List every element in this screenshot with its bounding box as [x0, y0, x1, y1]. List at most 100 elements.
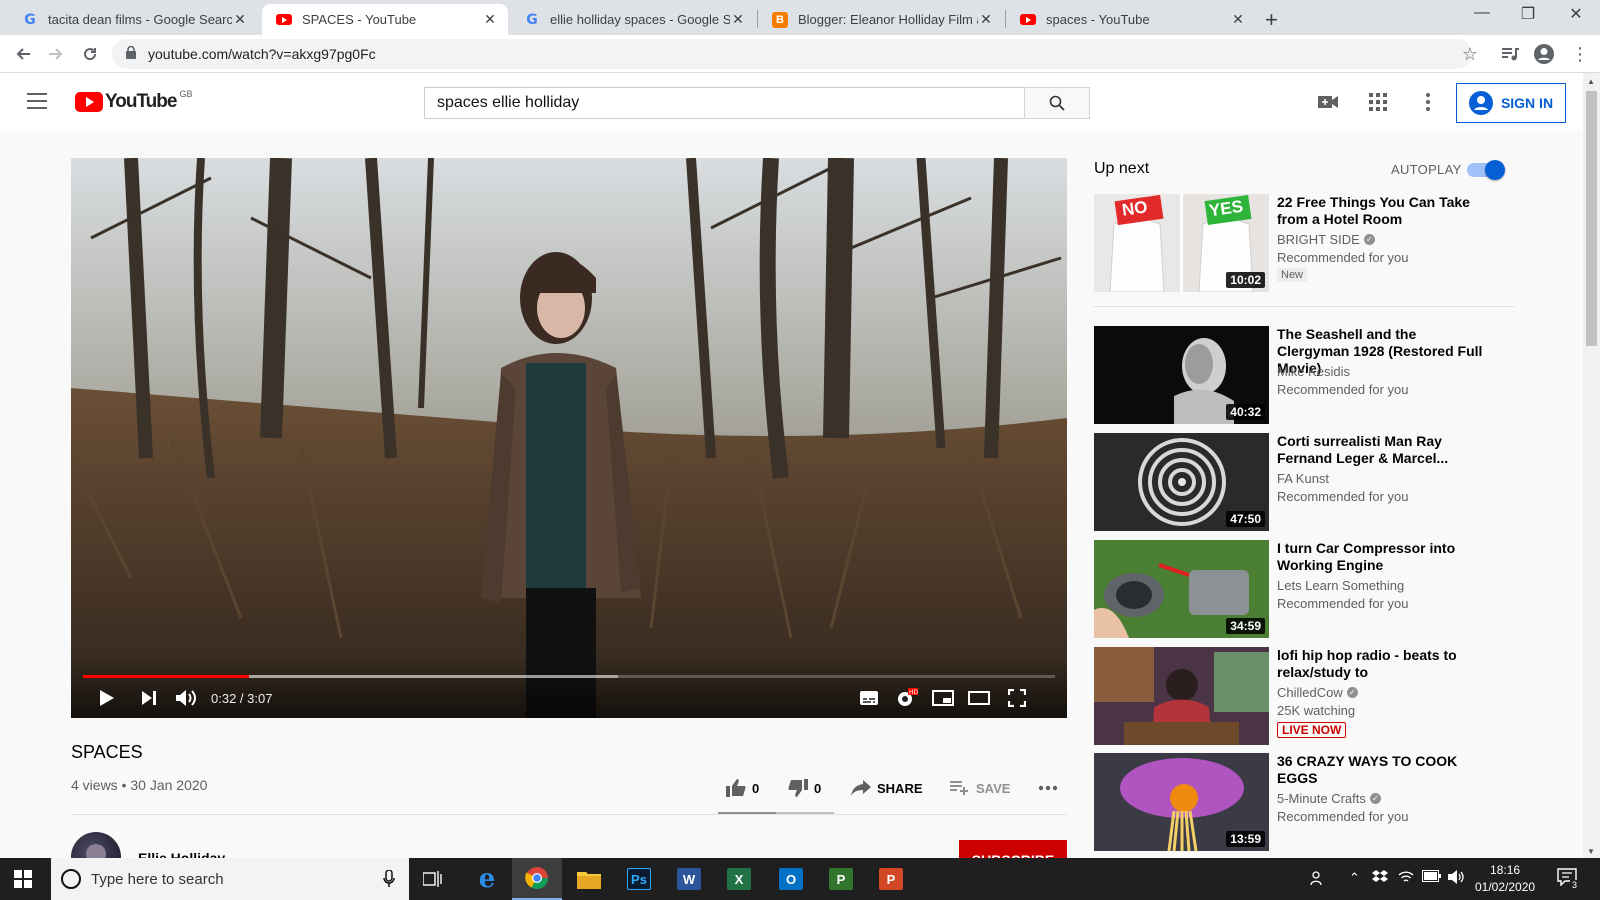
sign-in-button[interactable]: SIGN IN: [1456, 83, 1566, 123]
photoshop-icon[interactable]: Ps: [614, 858, 664, 900]
video-thumbnail[interactable]: 47:50: [1094, 433, 1269, 531]
save-button[interactable]: SAVE: [950, 776, 1010, 800]
channel-name[interactable]: 5-Minute Crafts ✓: [1277, 791, 1381, 806]
sidebar-divider: [1094, 306, 1514, 307]
forward-icon[interactable]: [45, 43, 67, 65]
tab-google-search-ellie[interactable]: G ellie holliday spaces - Google Search …: [510, 4, 756, 35]
tab-blogger[interactable]: B Blogger: Eleanor Holliday Film and ✕: [758, 4, 1004, 35]
video-title[interactable]: Corti surrealisti Man Ray Fernand Leger …: [1277, 433, 1492, 467]
guide-menu-icon[interactable]: [27, 93, 47, 109]
miniplayer-button[interactable]: [931, 686, 955, 710]
new-tab-icon[interactable]: +: [1265, 7, 1278, 33]
battery-icon[interactable]: [1422, 870, 1442, 885]
speaker-icon[interactable]: [1448, 870, 1466, 887]
tray-expand-icon[interactable]: ⌃: [1349, 870, 1360, 886]
bookmark-star-icon[interactable]: ☆: [1459, 43, 1481, 65]
close-icon[interactable]: ✕: [978, 11, 994, 28]
recommended-video[interactable]: 13:59 36 CRAZY WAYS TO COOK EGGS 5-Minut…: [1094, 753, 1514, 851]
back-icon[interactable]: [12, 43, 34, 65]
tab-spaces-youtube[interactable]: SPACES - YouTube ✕: [262, 4, 508, 35]
edge-icon[interactable]: e: [462, 858, 512, 900]
channel-name[interactable]: BRIGHT SIDE ✓: [1277, 232, 1375, 247]
autoplay-toggle[interactable]: [1467, 160, 1505, 180]
video-thumbnail[interactable]: 13:59: [1094, 753, 1269, 851]
word-icon[interactable]: W: [664, 858, 714, 900]
chrome-icon[interactable]: [512, 858, 562, 900]
mute-button[interactable]: [173, 686, 199, 710]
video-thumbnail[interactable]: 40:32: [1094, 326, 1269, 424]
window-close-icon[interactable]: ✕: [1553, 4, 1599, 24]
video-thumbnail[interactable]: 34:59: [1094, 540, 1269, 638]
minimize-icon[interactable]: —: [1459, 4, 1505, 22]
theater-mode-button[interactable]: [967, 686, 991, 710]
restore-icon[interactable]: ❐: [1505, 4, 1551, 24]
tab-title: Blogger: Eleanor Holliday Film and: [798, 12, 978, 27]
scroll-up-icon[interactable]: ▲: [1587, 77, 1595, 86]
close-icon[interactable]: ✕: [730, 11, 746, 28]
dislike-button[interactable]: 0: [788, 776, 821, 800]
search-input[interactable]: spaces ellie holliday: [424, 87, 1024, 119]
progress-bar[interactable]: [83, 675, 1055, 678]
subtitles-button[interactable]: [857, 686, 881, 710]
share-button[interactable]: SHARE: [851, 776, 923, 800]
close-icon[interactable]: ✕: [232, 11, 248, 28]
video-info: Recommended for you: [1277, 596, 1409, 611]
profile-icon[interactable]: [1533, 43, 1555, 65]
task-view-icon[interactable]: [408, 858, 458, 900]
video-thumbnail[interactable]: [1094, 647, 1269, 745]
windows-start-icon[interactable]: [14, 870, 32, 893]
more-actions-button[interactable]: [1038, 776, 1058, 800]
settings-button[interactable]: HD: [895, 686, 919, 710]
tab-google-search-tacita[interactable]: G tacita dean films - Google Search ✕: [8, 4, 258, 35]
video-title[interactable]: I turn Car Compressor into Working Engin…: [1277, 540, 1492, 574]
page-scrollbar[interactable]: ▲ ▼: [1583, 73, 1600, 858]
play-button[interactable]: [95, 686, 119, 710]
close-icon[interactable]: ✕: [482, 11, 498, 28]
excel-icon[interactable]: X: [714, 858, 764, 900]
recommended-video[interactable]: 47:50 Corti surrealisti Man Ray Fernand …: [1094, 433, 1514, 531]
close-icon[interactable]: ✕: [1230, 11, 1246, 28]
channel-name[interactable]: Mike Kesidis: [1277, 364, 1350, 379]
create-video-icon[interactable]: [1316, 90, 1340, 114]
channel-name[interactable]: Lets Learn Something: [1277, 578, 1404, 593]
file-explorer-icon[interactable]: [564, 858, 614, 900]
tab-spaces-youtube-2[interactable]: spaces - YouTube ✕: [1006, 4, 1256, 35]
people-icon[interactable]: [1310, 870, 1326, 889]
address-bar[interactable]: youtube.com/watch?v=akxg97pg0Fc: [112, 39, 1472, 69]
taskbar-clock[interactable]: 18:16 01/02/2020: [1475, 862, 1535, 896]
recommended-video[interactable]: 34:59 I turn Car Compressor into Working…: [1094, 540, 1514, 638]
channel-name[interactable]: ChilledCow ✓: [1277, 685, 1358, 700]
powerpoint-icon[interactable]: P: [866, 858, 916, 900]
recommended-video[interactable]: lofi hip hop radio - beats to relax/stud…: [1094, 647, 1514, 745]
video-duration: 10:02: [1226, 272, 1265, 288]
video-title[interactable]: 36 CRAZY WAYS TO COOK EGGS: [1277, 753, 1492, 787]
video-title[interactable]: 22 Free Things You Can Take from a Hotel…: [1277, 194, 1492, 228]
apps-grid-icon[interactable]: [1366, 90, 1390, 114]
scrollbar-thumb[interactable]: [1586, 91, 1597, 346]
recommended-video[interactable]: NO YES 10:02 22 Free Things You Can Take…: [1094, 194, 1514, 292]
reload-icon[interactable]: [79, 43, 101, 65]
youtube-logo[interactable]: YouTube GB: [75, 89, 192, 113]
like-count: 0: [752, 780, 760, 796]
scroll-down-icon[interactable]: ▼: [1587, 847, 1595, 856]
settings-menu-icon[interactable]: [1416, 90, 1440, 114]
outlook-icon[interactable]: O: [766, 858, 816, 900]
video-title[interactable]: lofi hip hop radio - beats to relax/stud…: [1277, 647, 1492, 681]
video-info: Recommended for you: [1277, 382, 1409, 397]
browser-menu-icon[interactable]: ⋮: [1569, 43, 1591, 65]
recommended-video[interactable]: 40:32 The Seashell and the Clergyman 192…: [1094, 326, 1514, 424]
channel-name[interactable]: FA Kunst: [1277, 471, 1329, 486]
taskbar-search-input[interactable]: Type here to search: [51, 858, 409, 900]
like-button[interactable]: 0: [726, 776, 759, 800]
microphone-icon[interactable]: [383, 869, 395, 892]
project-icon[interactable]: P: [816, 858, 866, 900]
next-button[interactable]: [137, 686, 161, 710]
video-player[interactable]: 0:32 / 3:07 HD: [71, 158, 1067, 718]
wifi-icon[interactable]: [1398, 870, 1414, 887]
search-button[interactable]: [1024, 87, 1090, 119]
fullscreen-button[interactable]: [1005, 686, 1029, 710]
verified-icon: ✓: [1369, 793, 1381, 804]
dropbox-icon[interactable]: [1372, 870, 1388, 887]
media-control-icon[interactable]: [1499, 43, 1521, 65]
video-thumbnail[interactable]: NO YES 10:02: [1094, 194, 1269, 292]
